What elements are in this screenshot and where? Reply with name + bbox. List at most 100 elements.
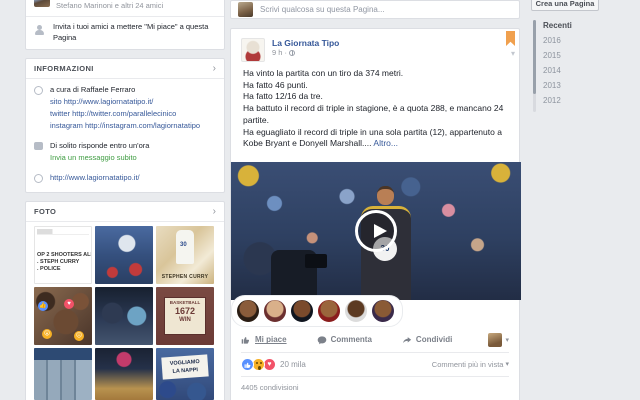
photos-header-row[interactable]: FOTO › <box>26 202 224 221</box>
meme-line: . STEPH CURRY <box>37 259 80 265</box>
curator-icon <box>34 86 43 95</box>
banner-sign: VOGLIAMO LA NAPPI <box>161 354 209 380</box>
timeline-scrollbar-thumb[interactable] <box>533 20 536 94</box>
scoreboard-line: WIN <box>179 317 191 323</box>
scoreboard-line: 1672 <box>174 306 196 316</box>
post-author-link[interactable]: La Giornata Tipo <box>272 38 339 48</box>
commenter-avatar[interactable] <box>371 298 395 323</box>
invite-person-icon <box>34 25 45 36</box>
photo-thumb-meme[interactable]: OP 2 SHOOTERS ALL TIM . STEPH CURRY . PO… <box>34 226 92 284</box>
comment-bubble-icon <box>317 336 326 345</box>
chevron-right-icon: › <box>212 205 216 217</box>
player-head-figure <box>377 185 394 205</box>
comments-filter-dropdown[interactable]: Commenti più in vista ▾ <box>432 360 509 369</box>
page-likes-card: Piace a 131.461 persone Stefano Marinoni… <box>25 0 225 50</box>
reaction-icons[interactable]: ♥ <box>241 357 276 371</box>
info-response-item: Di solito risponde entro un'ora Invia un… <box>26 135 224 167</box>
see-more-link[interactable]: Altro... <box>373 138 398 148</box>
send-message-link[interactable]: Invia un messaggio subito <box>50 152 149 164</box>
play-button[interactable] <box>355 209 397 252</box>
friend-avatar[interactable] <box>34 0 50 7</box>
caret-down-icon: ▾ <box>505 361 509 369</box>
meme-header-bar <box>37 229 89 235</box>
reactions-count[interactable]: 20 mila <box>280 360 306 369</box>
identity-avatar <box>488 332 503 347</box>
info-website-item: http://www.lagiornatatipo.it/ <box>26 167 224 192</box>
video-player[interactable]: 30 <box>231 161 521 300</box>
timeline-nav: Recenti 2016 2015 2014 2013 2012 <box>543 18 572 108</box>
invite-friends-row[interactable]: Invita i tuoi amici a mettere "Mi piace"… <box>26 17 224 49</box>
post-header: La Giornata Tipo 9 h · <box>231 29 519 62</box>
timeline-item-2013[interactable]: 2013 <box>543 78 572 93</box>
timeline-scrollbar-track[interactable] <box>533 20 536 112</box>
commenter-avatar[interactable] <box>263 298 287 323</box>
commenter-avatar[interactable] <box>344 298 368 323</box>
timeline-item-2014[interactable]: 2014 <box>543 63 572 78</box>
site-link[interactable]: sito http://www.lagiornatatipo.it/ <box>50 96 200 108</box>
post-line: Ha battuto il record di triple in stagio… <box>243 103 504 125</box>
share-button-label: Condividi <box>415 335 453 345</box>
timeline-item-2012[interactable]: 2012 <box>543 93 572 108</box>
invite-friends-text: Invita i tuoi amici a mettere "Mi piace"… <box>53 22 209 42</box>
commenter-avatar[interactable] <box>290 298 314 323</box>
info-section-title: INFORMAZIONI <box>34 64 94 73</box>
comments-filter-label: Commenti più in vista <box>431 359 504 369</box>
create-page-button[interactable]: Crea una Pagina <box>531 0 599 11</box>
scoreboard-panel: BASKETBALL 1672 WIN <box>164 297 206 335</box>
info-header-row[interactable]: INFORMAZIONI › <box>26 59 224 78</box>
website-link[interactable]: http://www.lagiornatatipo.it/ <box>50 172 140 184</box>
commenter-avatar[interactable] <box>236 298 260 323</box>
photo-thumb-lockers-meme[interactable] <box>34 348 92 400</box>
timeline-item-recenti[interactable]: Recenti <box>543 18 572 33</box>
photo-thumb-reactions-meme[interactable]: 👍 ♥ 😮 😐 <box>34 287 92 345</box>
lockers-meme-text <box>34 348 92 360</box>
curry-number: 30 <box>180 242 187 248</box>
comment-button-label: Commenta <box>330 335 372 345</box>
chevron-right-icon: › <box>212 62 216 74</box>
like-button[interactable]: Mi piace <box>241 335 287 345</box>
message-bubble-icon <box>34 142 43 150</box>
user-avatar <box>238 2 253 17</box>
post-text: Ha vinto la partita con un tiro da 374 m… <box>243 68 507 150</box>
photo-grid: OP 2 SHOOTERS ALL TIM . STEPH CURRY . PO… <box>26 222 224 400</box>
timeline-item-2015[interactable]: 2015 <box>543 48 572 63</box>
share-arrow-icon <box>402 337 412 343</box>
post-timestamp[interactable]: 9 h <box>272 48 282 58</box>
photos-section-title: FOTO <box>34 207 57 216</box>
twitter-link[interactable]: twitter http://twitter.com/parallelecini… <box>50 108 200 120</box>
share-button[interactable]: Condividi <box>402 335 452 345</box>
main-feed-column: Scrivi qualcosa su questa Pagina... ▾ La… <box>230 0 521 400</box>
photo-thumb-scoreboard[interactable]: BASKETBALL 1672 WIN <box>156 287 214 345</box>
photo-thumb-banner-crowd[interactable]: VOGLIAMO LA NAPPI <box>156 348 214 400</box>
post-card: ▾ La Giornata Tipo 9 h · Ha vinto la par… <box>230 28 521 400</box>
page-avatar[interactable] <box>241 38 265 62</box>
info-card: INFORMAZIONI › a cura di Raffaele Ferrar… <box>25 58 225 193</box>
photo-thumb-court[interactable] <box>95 287 153 345</box>
like-reaction-icon <box>241 357 254 371</box>
response-time-text: Di solito risponde entro un'ora <box>50 141 150 150</box>
post-menu-chevron-down-icon[interactable]: ▾ <box>511 49 515 58</box>
info-curator-item: a cura di Raffaele Ferraro sito http://w… <box>26 79 224 135</box>
play-icon <box>374 223 387 238</box>
post-meta: 9 h · <box>272 48 339 58</box>
like-button-label: Mi piace <box>255 335 287 345</box>
left-sidebar: Piace a 131.461 persone Stefano Marinoni… <box>25 0 225 400</box>
comment-button[interactable]: Commenta <box>317 335 372 345</box>
post-as-selector[interactable]: ▾ <box>488 332 509 347</box>
photo-thumb-curry-poster[interactable]: 30 STEPHEN CURRY <box>156 226 214 284</box>
instagram-link[interactable]: instagram http://instagram.com/lagiornat… <box>50 120 200 132</box>
caret-down-icon: ▾ <box>505 336 509 344</box>
curry-name: STEPHEN CURRY <box>161 274 209 280</box>
shares-count[interactable]: 4405 condivisioni <box>231 377 519 396</box>
timeline-item-2016[interactable]: 2016 <box>543 33 572 48</box>
post-composer[interactable]: Scrivi qualcosa su questa Pagina... <box>230 0 520 19</box>
like-reaction-icon: 👍 <box>38 301 48 311</box>
photo-thumb-crowd[interactable] <box>95 226 153 284</box>
wow-reaction-icon: 😐 <box>74 331 84 341</box>
post-line: Ha vinto la partita con un tiro da 374 m… <box>243 68 404 78</box>
commenter-avatar[interactable] <box>317 298 341 323</box>
photo-thumb-arena[interactable] <box>95 348 153 400</box>
post-action-row: Mi piace Commenta Condividi ▾ <box>231 327 519 352</box>
wow-reaction-icon: 😮 <box>42 329 52 339</box>
post-line: Ha fatto 46 punti. <box>243 79 308 90</box>
